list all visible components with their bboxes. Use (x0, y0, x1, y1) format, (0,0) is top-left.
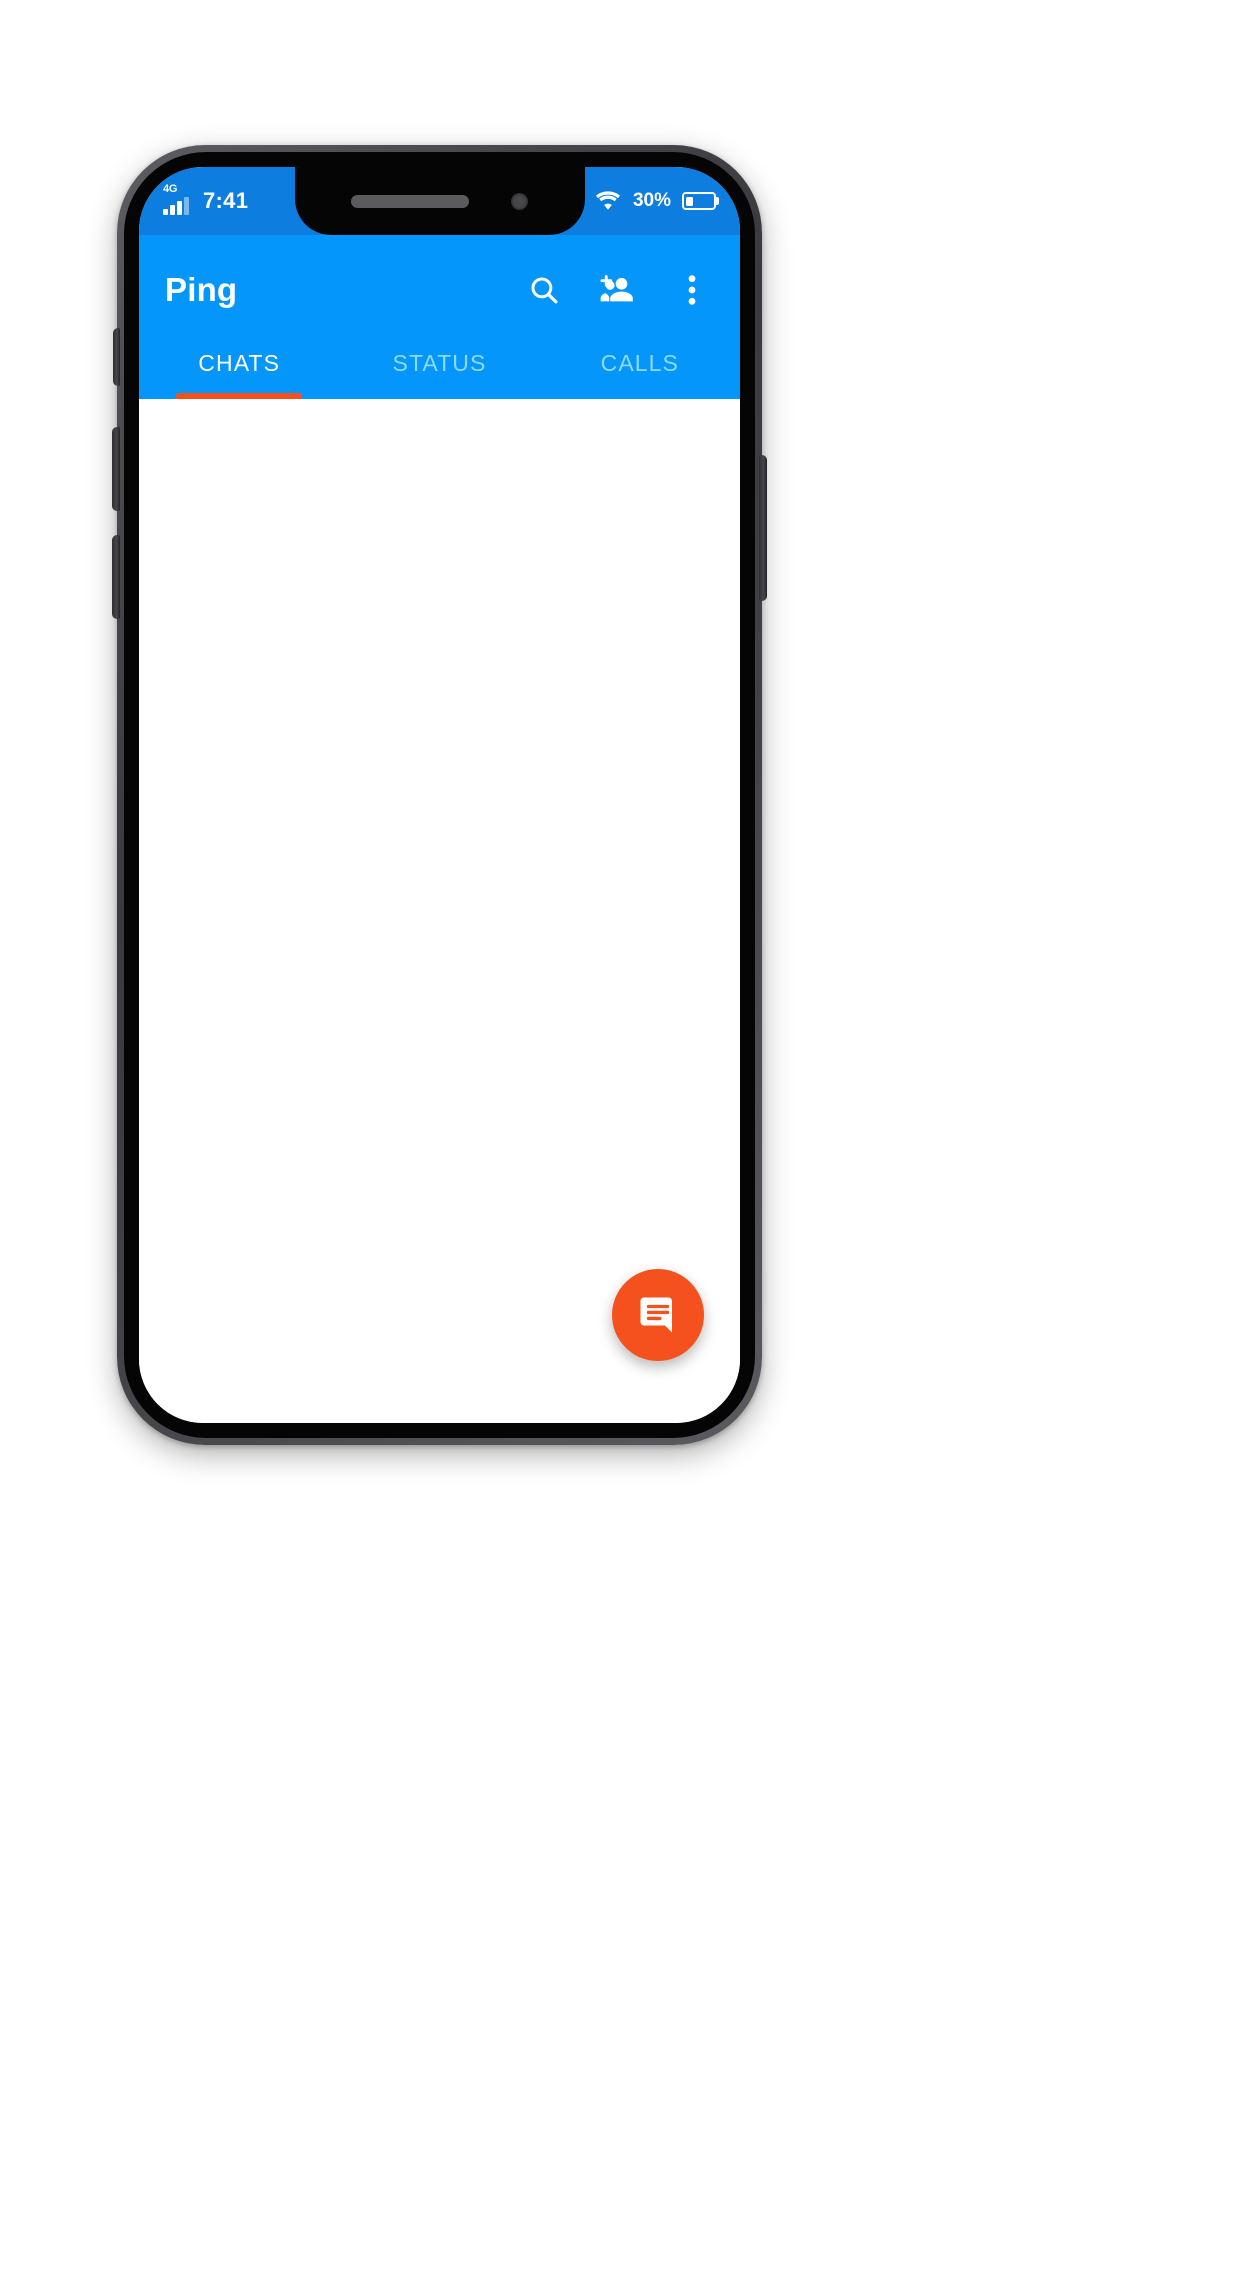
earpiece-speaker (351, 194, 469, 208)
battery-fill (685, 196, 694, 206)
status-bar-left: 4G 7:41 (163, 183, 249, 215)
volume-up-button[interactable] (112, 427, 120, 511)
tab-calls[interactable]: CALLS (540, 327, 740, 399)
battery-percent-label: 30% (632, 190, 671, 211)
phone-screen: 4G 7:41 30% Ping CHATS STATUS CALLS (139, 167, 740, 1423)
display-notch (294, 167, 585, 235)
app-bar-row: Ping (165, 253, 714, 327)
status-bar-right: 30% (594, 190, 716, 212)
wifi-icon (595, 191, 620, 210)
phone-mockup: 4G 7:41 30% Ping CHATS STATUS CALLS (112, 145, 767, 1445)
silent-switch[interactable] (113, 328, 120, 386)
search-icon[interactable] (522, 268, 566, 312)
page-title: Ping (165, 271, 238, 308)
chat-list-container[interactable] (139, 449, 740, 1423)
overflow-menu-icon[interactable] (670, 268, 714, 312)
new-chat-fab[interactable] (612, 1269, 704, 1361)
tab-chats-label: CHATS (198, 349, 281, 376)
front-camera (511, 192, 528, 210)
tab-status[interactable]: STATUS (339, 327, 539, 399)
network-type-label: 4G (163, 183, 178, 195)
volume-down-button[interactable] (112, 535, 120, 619)
status-bar-clock: 7:41 (203, 188, 249, 213)
tab-bar: CHATS STATUS CALLS (139, 327, 740, 399)
app-bar-actions (522, 268, 714, 312)
tab-status-label: STATUS (392, 349, 487, 376)
tab-calls-label: CALLS (600, 349, 679, 376)
chat-message-icon (640, 1297, 672, 1333)
tab-active-indicator (176, 393, 303, 399)
add-person-icon[interactable] (596, 268, 640, 312)
app-bar: Ping (139, 235, 740, 327)
tab-chats[interactable]: CHATS (139, 327, 339, 399)
signal-cellular-icon: 4G (163, 183, 191, 215)
battery-icon (682, 192, 716, 210)
power-button[interactable] (759, 455, 767, 601)
